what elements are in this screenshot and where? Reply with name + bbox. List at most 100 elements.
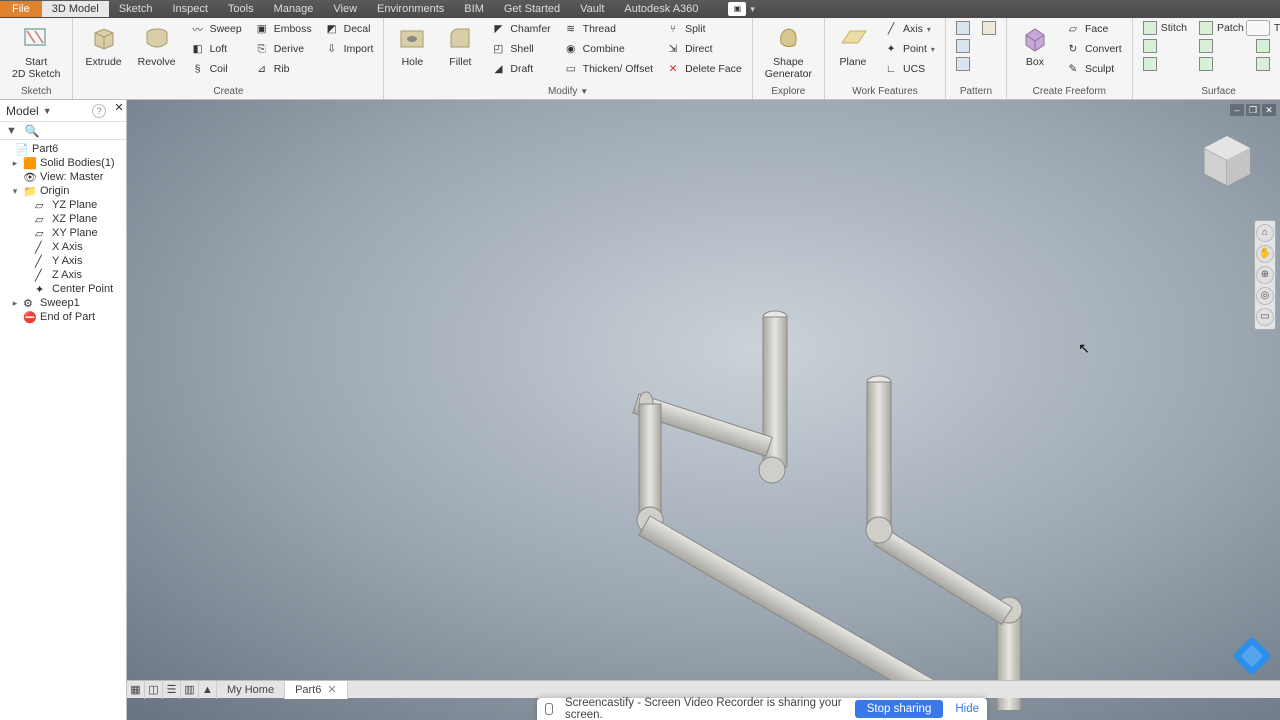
ribbon-group-explore: Shape Generator Explore bbox=[753, 18, 825, 99]
viewcube[interactable] bbox=[1196, 130, 1258, 192]
ribbon-group-freeform: Box ▱Face ↻Convert ✎Sculpt Create Freefo… bbox=[1007, 18, 1133, 99]
point-button[interactable]: ✦Point ▾ bbox=[879, 40, 939, 58]
menu-vault[interactable]: Vault bbox=[570, 1, 614, 17]
plane-button[interactable]: Plane bbox=[831, 20, 875, 70]
menu-view[interactable]: View bbox=[323, 1, 367, 17]
pause-icon[interactable] bbox=[545, 703, 553, 715]
thicken-button[interactable]: ▭Thicken/ Offset bbox=[559, 60, 657, 78]
derive-button[interactable]: ⎘Derive bbox=[250, 40, 316, 58]
ribbon: Start 2D Sketch Sketch Extrude Revolve 〰… bbox=[0, 18, 1280, 100]
model-browser: Model▼ ? ▼ 🔍 📄Part6▸🟧Solid Bodies(1)👁Vie… bbox=[0, 100, 127, 720]
tab-grid-icon[interactable]: ▦ bbox=[127, 681, 145, 699]
collab-icon[interactable]: ▣ bbox=[728, 2, 746, 16]
viewport-restore-button[interactable]: ❐ bbox=[1246, 104, 1260, 116]
3d-viewport[interactable]: – ❐ ✕ ⌂ ✋ ⊕ ◎ ▭ bbox=[127, 100, 1280, 720]
axis-button[interactable]: ╱Axis ▾ bbox=[879, 20, 939, 38]
surf-b3-button[interactable] bbox=[1195, 38, 1248, 54]
find-icon[interactable]: 🔍 bbox=[25, 124, 40, 138]
draft-button[interactable]: ◢Draft bbox=[486, 60, 554, 78]
ribbon-label[interactable]: Modify ▼ bbox=[390, 85, 745, 99]
pattern-aux-button[interactable] bbox=[978, 20, 1000, 36]
viewport-close-button[interactable]: ✕ bbox=[1262, 104, 1276, 116]
menu-environments[interactable]: Environments bbox=[367, 1, 454, 17]
combine-button[interactable]: ◉Combine bbox=[559, 40, 657, 58]
tree-item-solid-bodies-1-[interactable]: ▸🟧Solid Bodies(1) bbox=[0, 156, 126, 170]
loft-button[interactable]: ◧Loft bbox=[186, 40, 246, 58]
menu-3dmodel[interactable]: 3D Model bbox=[42, 1, 109, 17]
direct-button[interactable]: ⇲Direct bbox=[661, 40, 746, 58]
surf-b4-button[interactable] bbox=[1195, 56, 1248, 72]
tab-list-icon[interactable]: ☰ bbox=[163, 681, 181, 699]
menu-sketch[interactable]: Sketch bbox=[109, 1, 163, 17]
sweep-icon: 〰 bbox=[190, 21, 206, 37]
tree-item-sweep1[interactable]: ▸⚙Sweep1 bbox=[0, 296, 126, 310]
circ-pattern-button[interactable] bbox=[952, 38, 974, 54]
menu-getstarted[interactable]: Get Started bbox=[494, 1, 570, 17]
browser-close-button[interactable]: ✕ bbox=[112, 102, 126, 116]
face-button[interactable]: ▱Face bbox=[1061, 20, 1126, 38]
menu-manage[interactable]: Manage bbox=[264, 1, 324, 17]
chamfer-button[interactable]: ◤Chamfer bbox=[486, 20, 554, 38]
coil-button[interactable]: §Coil bbox=[186, 60, 246, 78]
decal-button[interactable]: ◩Decal bbox=[320, 20, 378, 38]
screencast-message: Screencastify - Screen Video Recorder is… bbox=[565, 697, 843, 720]
stitch-button[interactable]: Stitch bbox=[1139, 20, 1191, 36]
mirror-button[interactable] bbox=[952, 56, 974, 72]
tree-item-origin[interactable]: ▾📁Origin bbox=[0, 184, 126, 198]
surf-b5-button[interactable] bbox=[1252, 38, 1280, 54]
tree-item-end-of-part[interactable]: ⛔End of Part bbox=[0, 310, 126, 324]
tree-item-view-master[interactable]: 👁View: Master bbox=[0, 170, 126, 184]
convert-ff-button[interactable]: ↻Convert bbox=[1061, 40, 1126, 58]
hide-sharing-button[interactable]: Hide bbox=[955, 703, 979, 715]
tab-up-icon[interactable]: ▲ bbox=[199, 681, 217, 699]
split-button[interactable]: ⑂Split bbox=[661, 20, 746, 38]
filter-icon[interactable]: ▼ bbox=[6, 125, 17, 137]
shell-button[interactable]: ◰Shell bbox=[486, 40, 554, 58]
tree-item-x-axis[interactable]: ╱X Axis bbox=[0, 240, 126, 254]
fillet-button[interactable]: Fillet bbox=[438, 20, 482, 70]
tree-item-z-axis[interactable]: ╱Z Axis bbox=[0, 268, 126, 282]
import-button[interactable]: ⇩Import bbox=[320, 40, 378, 58]
model-tree: 📄Part6▸🟧Solid Bodies(1)👁View: Master▾📁Or… bbox=[0, 140, 126, 720]
patch-button[interactable]: Patch bbox=[1195, 20, 1248, 36]
tab-myhome[interactable]: My Home bbox=[217, 681, 285, 699]
tab-part6[interactable]: Part6✕ bbox=[285, 681, 348, 699]
ucs-button[interactable]: ∟UCS bbox=[879, 60, 939, 78]
tree-item-part6[interactable]: 📄Part6 bbox=[0, 142, 126, 156]
deleteface-button[interactable]: ✕Delete Face bbox=[661, 60, 746, 78]
hole-button[interactable]: Hole bbox=[390, 20, 434, 70]
menu-a360[interactable]: Autodesk A360 bbox=[614, 1, 708, 17]
menu-file[interactable]: File bbox=[0, 1, 42, 17]
surf-b2-button[interactable] bbox=[1139, 56, 1191, 72]
revolve-button[interactable]: Revolve bbox=[132, 20, 182, 70]
tree-item-xz-plane[interactable]: ▱XZ Plane bbox=[0, 212, 126, 226]
help-icon[interactable]: ? bbox=[92, 104, 106, 118]
surf-b1-button[interactable] bbox=[1139, 38, 1191, 54]
sweep-button[interactable]: 〰Sweep bbox=[186, 20, 246, 38]
stop-sharing-button[interactable]: Stop sharing bbox=[855, 700, 944, 718]
rect-pattern-button[interactable] bbox=[952, 20, 974, 36]
tab-cols-icon[interactable]: ▥ bbox=[181, 681, 199, 699]
viewport-minimize-button[interactable]: – bbox=[1230, 104, 1244, 116]
tree-item-center-point[interactable]: ✦Center Point bbox=[0, 282, 126, 296]
box-button[interactable]: Box bbox=[1013, 20, 1057, 70]
tree-item-y-axis[interactable]: ╱Y Axis bbox=[0, 254, 126, 268]
sculpt-button[interactable]: ✎Sculpt bbox=[1061, 60, 1126, 78]
sculpt-icon: ✎ bbox=[1065, 61, 1081, 77]
emboss-button[interactable]: ▣Emboss bbox=[250, 20, 316, 38]
thread-button[interactable]: ≋Thread bbox=[559, 20, 657, 38]
tab-close-icon[interactable]: ✕ bbox=[327, 684, 336, 696]
rib-button[interactable]: ⊿Rib bbox=[250, 60, 316, 78]
surf-b6-button[interactable] bbox=[1252, 56, 1280, 72]
menu-bim[interactable]: BIM bbox=[454, 1, 494, 17]
shape-generator-button[interactable]: Shape Generator bbox=[759, 20, 818, 82]
tree-item-xy-plane[interactable]: ▱XY Plane bbox=[0, 226, 126, 240]
tab-tile-icon[interactable]: ◫ bbox=[145, 681, 163, 699]
start-2d-sketch-button[interactable]: Start 2D Sketch bbox=[6, 20, 66, 82]
browser-header[interactable]: Model▼ ? bbox=[0, 100, 126, 122]
extrude-button[interactable]: Extrude bbox=[79, 20, 127, 70]
help-dropdown[interactable] bbox=[1246, 20, 1270, 36]
menu-tools[interactable]: Tools bbox=[218, 1, 264, 17]
menu-inspect[interactable]: Inspect bbox=[162, 1, 217, 17]
tree-item-yz-plane[interactable]: ▱YZ Plane bbox=[0, 198, 126, 212]
